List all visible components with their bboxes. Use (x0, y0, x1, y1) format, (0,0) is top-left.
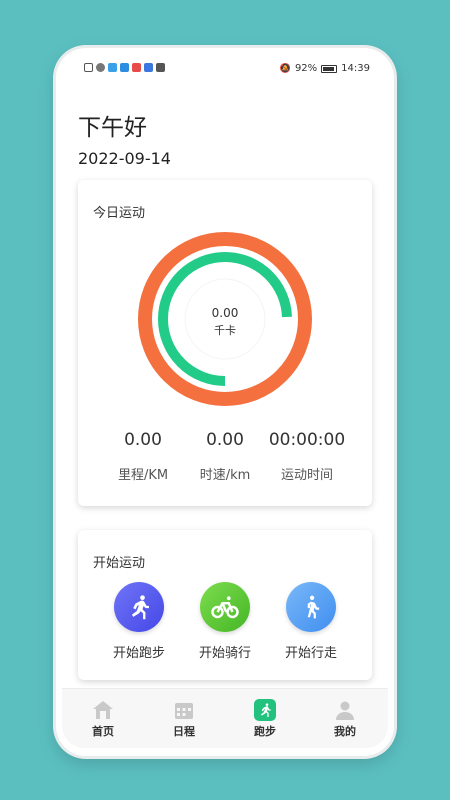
bottom-tab-bar: 首页 日程 跑步 我的 (62, 688, 388, 748)
stat-duration: 00:00:00 运动时间 (258, 430, 356, 483)
calorie-ring: 0.00 千卡 (136, 232, 314, 406)
calories-unit: 千卡 (214, 324, 236, 337)
app-screen: 🔕 92% 14:39 下午好 2022-09-14 今日运动 0.00 千卡 (62, 56, 388, 748)
tab-running-label: 跑步 (254, 725, 276, 738)
start-cycling-label: 开始骑行 (198, 646, 251, 661)
cycling-icon[interactable] (200, 582, 250, 632)
phone-frame: 🔕 92% 14:39 下午好 2022-09-14 今日运动 0.00 千卡 (56, 48, 394, 756)
calories-value: 0.00 (211, 306, 239, 320)
greeting-title: 下午好 (78, 115, 147, 141)
app-notification-icon (120, 63, 129, 72)
mute-icon: 🔕 (279, 63, 291, 74)
status-icons-left (84, 63, 165, 72)
start-cycling-button[interactable]: 开始骑行 (176, 582, 274, 661)
app-notification-icon (132, 63, 141, 72)
status-bar: 🔕 92% 14:39 (84, 61, 370, 77)
start-exercise-card: 开始运动 开始跑步 开始骑行 开始行走 (78, 530, 372, 680)
clock: 14:39 (341, 63, 370, 74)
running-icon[interactable] (114, 582, 164, 632)
current-date: 2022-09-14 (78, 149, 171, 168)
tab-schedule-label: 日程 (173, 725, 195, 738)
start-running-button[interactable]: 开始跑步 (90, 582, 188, 661)
wifi-icon (96, 63, 105, 72)
calendar-icon (173, 699, 195, 721)
tab-home[interactable]: 首页 (78, 699, 128, 739)
running-icon (254, 699, 276, 721)
tab-profile[interactable]: 我的 (320, 699, 370, 739)
today-exercise-card: 今日运动 0.00 千卡 0.00 里程/KM 0.00 时速/km 00:00… (78, 180, 372, 506)
tab-schedule[interactable]: 日程 (159, 699, 209, 739)
battery-percent: 92% (294, 63, 318, 74)
app-notification-icon (108, 63, 117, 72)
start-card-title: 开始运动 (93, 556, 146, 571)
today-card-title: 今日运动 (93, 206, 146, 221)
start-walking-label: 开始行走 (284, 646, 337, 661)
stat-duration-label: 运动时间 (280, 468, 333, 483)
app-notification-icon (156, 63, 165, 72)
walking-icon[interactable] (286, 582, 336, 632)
start-walking-button[interactable]: 开始行走 (262, 582, 360, 661)
app-notification-icon (144, 63, 153, 72)
start-running-label: 开始跑步 (112, 646, 165, 661)
tab-home-label: 首页 (92, 725, 114, 738)
stat-duration-value: 00:00:00 (268, 430, 346, 450)
sim-icon (84, 63, 93, 72)
user-icon (334, 699, 356, 721)
tab-profile-label: 我的 (334, 725, 356, 738)
tab-running[interactable]: 跑步 (240, 699, 290, 739)
battery-icon (321, 64, 338, 73)
home-icon (92, 699, 114, 721)
status-icons-right: 🔕 92% 14:39 (280, 63, 370, 74)
